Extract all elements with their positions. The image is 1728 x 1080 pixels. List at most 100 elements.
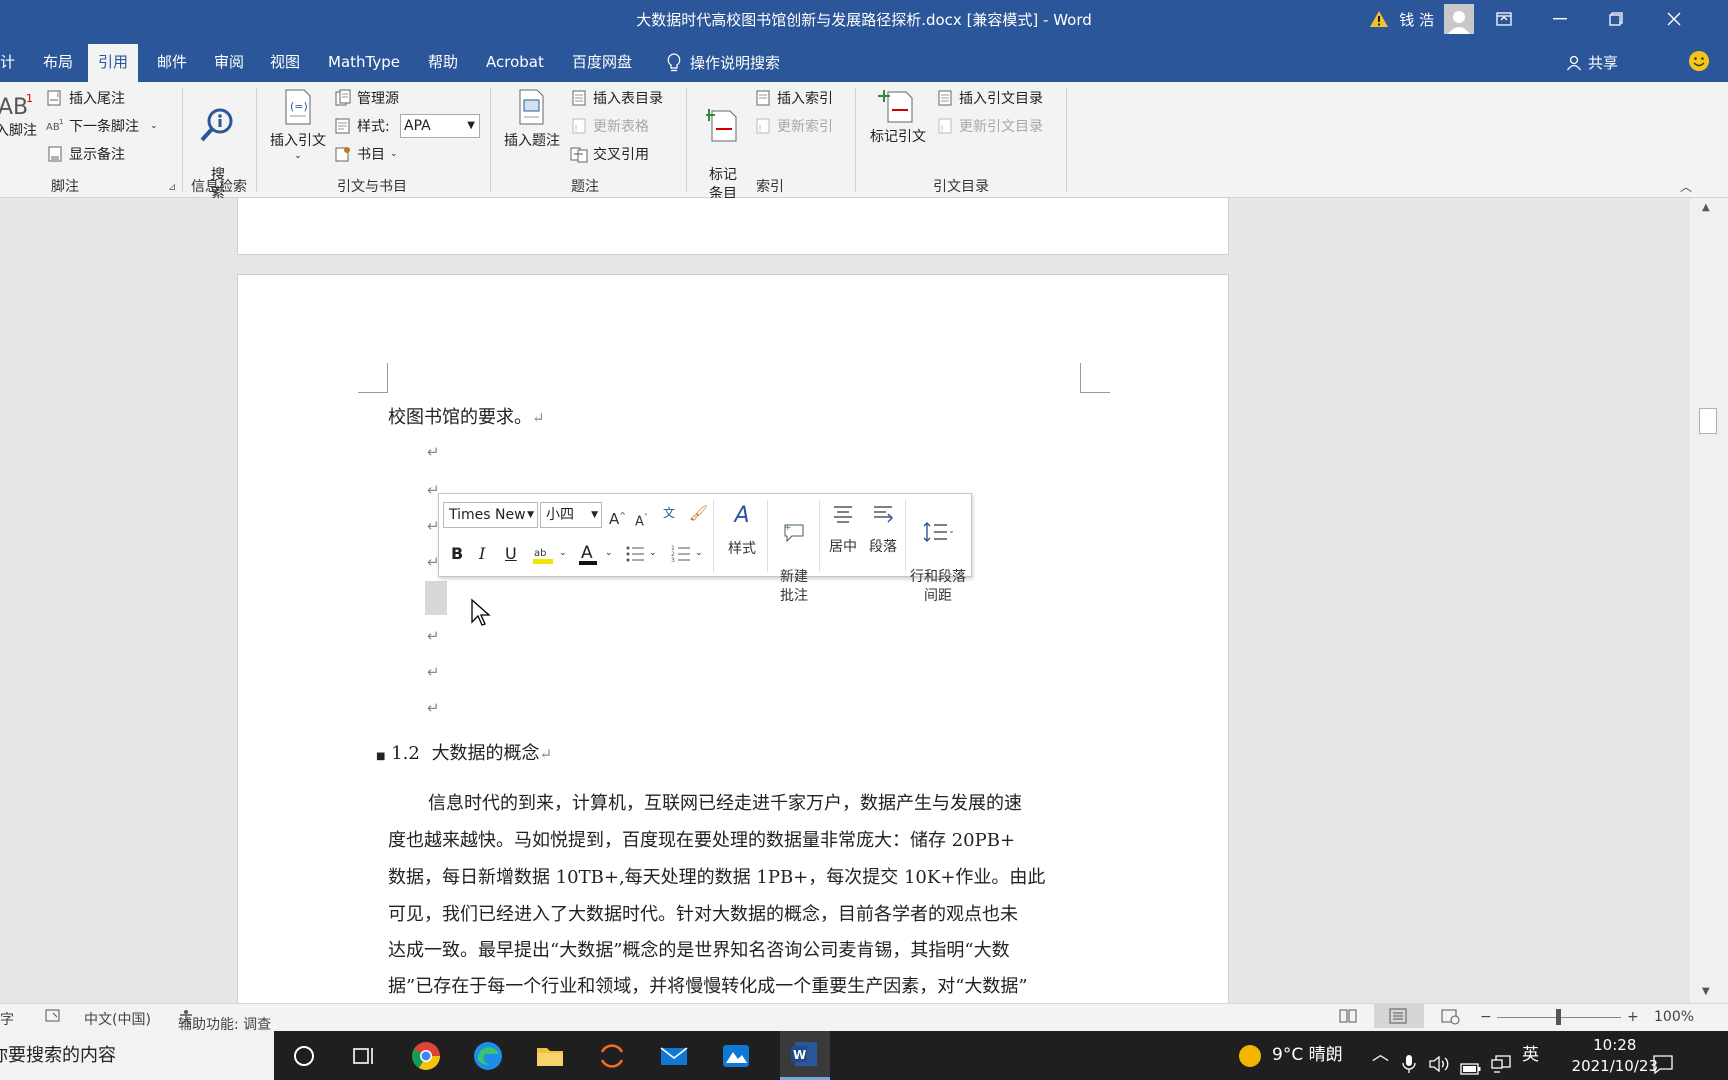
numbering-icon[interactable]: 123 [671,544,691,564]
body-line[interactable]: 达成一致。最早提出“大数据”概念的是世界知名咨询公司麦肯锡，其指明“大数 [388,936,1010,962]
insert-caption-button[interactable]: 插入题注 [498,88,566,151]
close-icon[interactable] [1646,0,1702,38]
user-area[interactable]: 钱 浩 [1369,0,1474,38]
tab-help[interactable]: 帮助 [418,44,468,82]
accessibility-checker[interactable]: 辅助功能: 调查 [178,1009,271,1033]
chevron-down-icon[interactable]: ⌄ [649,548,657,558]
scroll-down-icon[interactable]: ▼ [1702,986,1710,997]
insert-toa-button[interactable]: 插入引文目录 [936,88,1043,108]
tab-design[interactable]: 计 [0,44,25,82]
scroll-up-icon[interactable]: ▲ [1702,202,1710,213]
file-explorer-icon[interactable] [534,1040,566,1072]
section-heading[interactable]: ■ 1.2 大数据的概念↵ [376,739,552,765]
document-canvas[interactable]: 校图书馆的要求。↵ ↵ ↵ ↵ ↵ ↵ ↵ ↵ ■ 1.2 大数据的概念↵ 信息… [0,198,1690,1003]
ime-indicator[interactable]: 英 [1522,1031,1539,1080]
taskbar-search[interactable]: 你要搜索的内容 [0,1031,274,1080]
zoom-out-icon[interactable]: − [1480,1009,1492,1025]
mail-icon[interactable] [658,1040,690,1072]
cortana-icon[interactable] [288,1040,320,1072]
tab-baidu-netdisk[interactable]: 百度网盘 [562,44,642,82]
edge-icon[interactable] [472,1040,504,1072]
body-line[interactable]: 据”已存在于每一个行业和领域，并将慢慢转化成一个重要生产因素，对“大数据” [388,972,1028,998]
line-spacing-button[interactable]: ⌄ 行和段落 间距 [899,500,977,606]
bullets-icon[interactable] [625,544,645,564]
font-color-icon[interactable]: A [577,542,599,568]
show-notes-button[interactable]: 显示备注 [46,144,125,164]
show-hidden-icons-icon[interactable]: ︿ [1372,1031,1389,1080]
update-index-button[interactable]: ! 更新索引 [754,116,833,136]
tab-mathtype[interactable]: MathType [318,44,410,82]
read-mode-icon[interactable] [1338,1007,1358,1029]
proofing-icon[interactable] [44,1007,64,1029]
tab-mailings[interactable]: 邮件 [147,44,197,82]
shrink-font-icon[interactable]: Aˇ [635,508,648,531]
tab-review[interactable]: 审阅 [204,44,254,82]
new-comment-button[interactable]: + 新建 批注 [771,500,817,606]
zoom-slider-thumb[interactable] [1556,1009,1561,1025]
paste-options-icon[interactable] [425,581,447,615]
notification-center-icon[interactable] [1652,1045,1674,1075]
chevron-down-icon[interactable]: ⌄ [559,548,567,558]
font-select[interactable]: Times New ▼ [443,502,538,528]
phonetic-guide-icon[interactable]: 文 [663,504,675,523]
weather-widget[interactable]: 9°C 晴朗 [1238,1031,1343,1080]
task-view-icon[interactable] [348,1040,380,1072]
volume-icon[interactable] [1428,1045,1450,1073]
insert-footnote-button[interactable]: AB 1 入脚注 [0,92,40,141]
update-table-button[interactable]: ! 更新表格 [570,116,649,136]
center-button[interactable]: 居中 [823,502,863,557]
tell-me-search[interactable]: 操作说明搜索 [656,44,790,82]
vertical-scrollbar[interactable]: ▲ ▼ [1690,198,1728,1003]
chevron-down-icon[interactable]: ⌄ [605,548,613,558]
word-count[interactable]: 字 [0,1009,14,1029]
ribbon-display-options-icon[interactable] [1476,0,1532,38]
font-size-select[interactable]: 小四 ▼ [540,502,602,528]
body-line[interactable]: 信息时代的到来，计算机，互联网已经走进千家万户，数据产生与发展的速 [428,789,1022,815]
zoom-in-icon[interactable]: + [1627,1009,1639,1025]
update-toa-button[interactable]: ! 更新引文目录 [936,116,1043,136]
sync-app-icon[interactable] [596,1040,628,1072]
word-taskbar-icon[interactable]: W [780,1031,830,1080]
web-layout-icon[interactable] [1440,1007,1460,1029]
insert-citation-button[interactable]: (=) 插入引文 ⌄ [266,88,330,161]
clock[interactable]: 10:28 2021/10/23 [1572,1035,1658,1077]
page-current[interactable]: 校图书馆的要求。↵ ↵ ↵ ↵ ↵ ↵ ↵ ↵ ■ 1.2 大数据的概念↵ 信息… [237,274,1229,1003]
battery-icon[interactable] [1460,1047,1482,1075]
photos-icon[interactable] [720,1040,752,1072]
zoom-level[interactable]: 100% [1654,1009,1694,1025]
format-painter-icon[interactable]: 🖌 [689,504,708,523]
body-line[interactable]: 度也越来越快。马如悦提到，百度现在要处理的数据量非常庞大：储存 20PB+ [388,826,1015,852]
insert-table-of-figures-button[interactable]: 插入表目录 [570,88,663,108]
insert-endnote-button[interactable]: i 插入尾注 [46,88,125,108]
body-line[interactable]: 可见，我们已经进入了大数据时代。针对大数据的概念，目前各学者的观点也未 [388,900,1018,926]
underline-button[interactable]: U [505,544,517,563]
user-name[interactable]: 钱 浩 [1399,9,1434,30]
network-icon[interactable] [1490,1045,1514,1073]
italic-button[interactable]: I [479,544,485,563]
tab-view[interactable]: 视图 [260,44,310,82]
collapse-ribbon-icon[interactable]: ︿ [1680,178,1692,195]
insert-index-button[interactable]: 插入索引 [754,88,833,108]
paragraph-button[interactable]: 段落 [863,502,903,557]
chevron-down-icon[interactable]: ⌄ [695,548,703,558]
print-layout-icon[interactable] [1374,1004,1424,1028]
feedback-smiley-icon[interactable] [1688,50,1710,76]
language-indicator[interactable]: 中文(中国) [84,1009,151,1029]
doc-line[interactable]: 校图书馆的要求。↵ [388,403,545,429]
bibliography-button[interactable]: 书目 ⌄ [334,144,398,164]
citation-style-select[interactable]: APA ▼ [400,114,480,138]
restore-icon[interactable] [1588,0,1644,38]
dialog-launcher-icon[interactable]: ⊿ [168,182,176,193]
bold-button[interactable]: B [451,544,463,563]
minimize-icon[interactable] [1532,0,1588,38]
grow-font-icon[interactable]: A^ [609,506,626,529]
cross-reference-button[interactable]: 交叉引用 [570,144,649,164]
avatar[interactable] [1444,4,1474,34]
next-footnote-button[interactable]: AB 1 下一条脚注 ⌄ [46,116,158,136]
share-button[interactable]: 共享 [1566,52,1618,73]
manage-sources-button[interactable]: 管理源 [334,88,399,108]
microphone-icon[interactable] [1402,1045,1416,1073]
chrome-icon[interactable] [410,1040,442,1072]
highlight-icon[interactable]: ab [531,544,555,566]
warning-icon[interactable] [1369,10,1389,28]
